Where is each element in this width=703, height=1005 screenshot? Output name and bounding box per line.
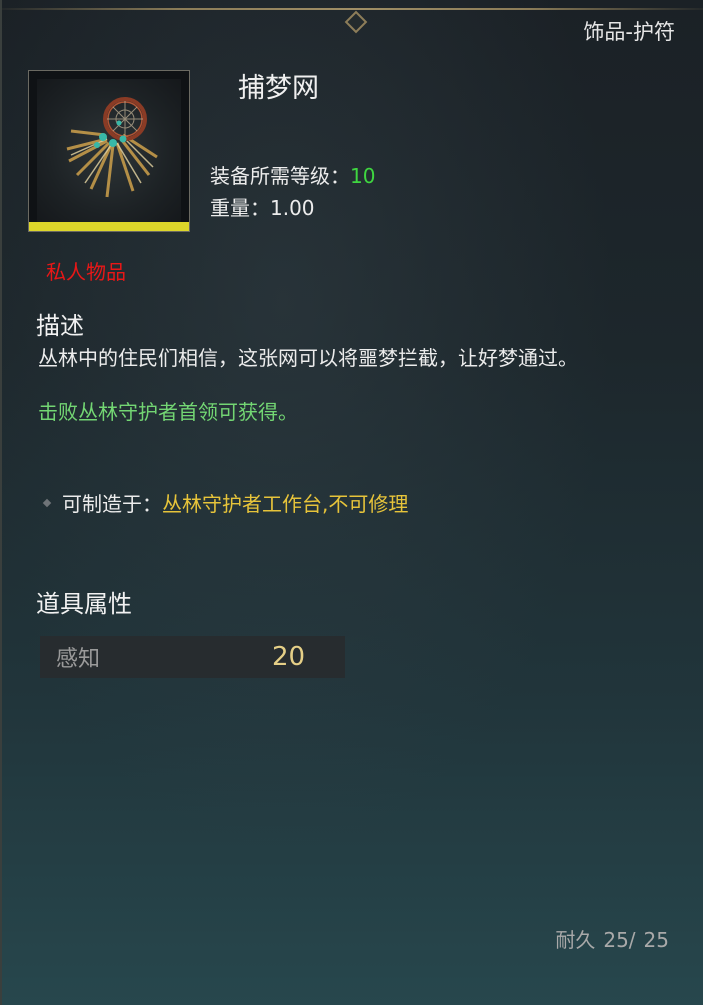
weight-label: 重量： [210, 196, 270, 220]
rarity-bar [29, 222, 189, 231]
item-category: 饰品-护符 [583, 20, 675, 44]
bullet-icon [42, 498, 52, 507]
crafting-label: 可制造于： [62, 492, 162, 516]
dreamcatcher-icon [37, 79, 181, 223]
durability-label: 耐久 [555, 928, 596, 952]
item-tooltip: 饰品-护符 捕梦网 装备所需等级：10 重量：1.00 私人物品 描述 丛林中的… [0, 0, 703, 1005]
crafting-value: 丛林守护者工作台,不可修理 [162, 492, 409, 516]
description-text: 丛林中的住民们相信，这张网可以将噩梦拦截，让好梦通过。 [38, 346, 578, 370]
crafting-info: 可制造于： 丛林守护者工作台,不可修理 [42, 488, 409, 517]
attribute-value: 20 [272, 642, 306, 672]
item-name: 捕梦网 [238, 73, 319, 104]
required-level-label: 装备所需等级： [210, 164, 350, 188]
description-title: 描述 [36, 312, 84, 340]
attribute-row: 感知 20 [40, 636, 345, 678]
properties-title: 道具属性 [36, 590, 132, 618]
dreamcatcher-art [66, 97, 158, 198]
required-level: 装备所需等级：10 [210, 160, 375, 189]
durability: 耐久 25/25 [547, 924, 669, 953]
durability-max: 25 [643, 928, 669, 952]
top-divider [2, 8, 703, 10]
item-icon-frame [28, 70, 190, 232]
durability-current: 25/ [603, 928, 636, 952]
private-item-tag: 私人物品 [46, 260, 126, 284]
diamond-ornament-icon [344, 10, 368, 34]
weight-value: 1.00 [270, 196, 315, 220]
obtain-hint: 击败丛林守护者首领可获得。 [38, 400, 298, 424]
required-level-value: 10 [350, 164, 376, 188]
item-weight: 重量：1.00 [210, 192, 315, 221]
attribute-name: 感知 [56, 647, 101, 672]
